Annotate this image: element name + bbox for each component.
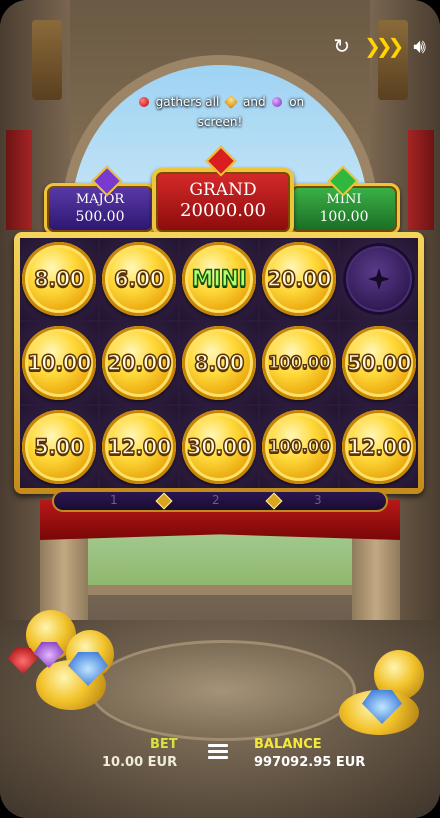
coin-value: 20.00	[106, 350, 172, 376]
lantern-right	[378, 20, 408, 100]
purple-orb-icon	[272, 97, 283, 107]
jackpot-value: 20000.00	[180, 200, 266, 221]
lantern-left	[32, 20, 62, 100]
reel-cell: 20.00	[100, 322, 178, 404]
reel-cell	[340, 238, 418, 320]
curtain-left	[6, 130, 32, 230]
pillar-right	[352, 535, 400, 630]
floor-medallion	[90, 640, 356, 741]
info-text-part: gathers all	[155, 95, 220, 109]
coin-symbol: 12.00	[342, 410, 416, 484]
progress-marker-icon	[155, 492, 173, 510]
treasure-pile-left	[6, 600, 126, 720]
coin-symbol: 12.00	[102, 410, 176, 484]
coin-value: 5.00	[33, 434, 85, 460]
coin-value: 12.00	[106, 434, 172, 460]
gold-gem-icon	[224, 94, 239, 110]
jackpot-major: MAJOR 500.00	[44, 183, 156, 235]
coin-value: 12.00	[346, 434, 412, 460]
coin-value: 30.00	[186, 434, 252, 460]
jackpot-value: 100.00	[319, 209, 369, 225]
info-text-part: screen!	[197, 115, 243, 129]
reel-cell: 30.00	[180, 406, 258, 488]
coin-value: MINI	[191, 266, 248, 293]
curtain-right	[408, 130, 434, 230]
jackpot-value: 500.00	[75, 209, 125, 225]
coin-symbol: 8.00	[182, 326, 256, 400]
reel-cell: 10.00	[20, 322, 98, 404]
info-text-part: and	[242, 95, 266, 109]
coin-value: 8.00	[193, 350, 245, 376]
menu-icon[interactable]	[208, 741, 228, 761]
coin-value: 100.00	[267, 436, 332, 458]
coin-value: 20.00	[266, 266, 332, 292]
progress-marker-icon	[265, 492, 283, 510]
reel-cell: 50.00	[340, 322, 418, 404]
coin-value: 6.00	[113, 266, 165, 292]
coin-symbol: 20.00	[262, 242, 336, 316]
treasure-pile-right	[334, 650, 434, 740]
respin-progress-bar: 1 2 3	[52, 490, 388, 512]
coin-symbol: 6.00	[102, 242, 176, 316]
jackpot-label: MAJOR	[75, 192, 125, 207]
coin-value: 8.00	[33, 266, 85, 292]
balance-value: 997092.95 EUR	[254, 755, 366, 770]
red-orb-icon	[138, 97, 149, 107]
top-controls: ↻ ❯❯❯ 🔊︎	[333, 34, 426, 58]
progress-step-label: 2	[212, 493, 220, 507]
bet-value[interactable]: 10.00 EUR	[102, 755, 177, 770]
star-icon	[368, 268, 390, 290]
info-text-part: on	[289, 95, 305, 109]
coin-symbol: 100.00	[262, 326, 336, 400]
reel-cell: 12.00	[340, 406, 418, 488]
mystery-orb-icon	[343, 243, 415, 315]
progress-step-label: 3	[314, 493, 322, 507]
reel-cell: 20.00	[260, 238, 338, 320]
bottom-bar: BET 10.00 EUR BALANCE 997092.95 EUR	[0, 735, 440, 780]
reel-cell: MINI	[180, 238, 258, 320]
coin-symbol: 100.00	[262, 410, 336, 484]
jackpot-grand: GRAND 20000.00	[152, 168, 294, 236]
reel-cell: 100.00	[260, 322, 338, 404]
bet-label: BET	[150, 737, 178, 752]
game-screen: ↻ ❯❯❯ 🔊︎ gathers all and on screen! MAJO…	[0, 0, 440, 818]
coin-symbol: 20.00	[102, 326, 176, 400]
reel-cell: 12.00	[100, 406, 178, 488]
reel-cell: 6.00	[100, 238, 178, 320]
coin-symbol: 30.00	[182, 410, 256, 484]
refresh-icon[interactable]: ↻	[333, 34, 350, 58]
coin-symbol: 5.00	[22, 410, 96, 484]
reel-cell: 8.00	[180, 322, 258, 404]
coin-value: 50.00	[346, 350, 412, 376]
balance-label: BALANCE	[254, 737, 322, 752]
coin-symbol: 50.00	[342, 326, 416, 400]
reel-cell: 5.00	[20, 406, 98, 488]
feature-info-text: gathers all and on screen!	[0, 92, 440, 132]
coin-symbol: 10.00	[22, 326, 96, 400]
jackpot-label: GRAND	[189, 180, 257, 200]
reel-grid: 8.00 6.00 MINI 20.00 10.00 20.00 8.00 100.00 50.…	[20, 238, 418, 488]
reel-frame: 8.00 6.00 MINI 20.00 10.00 20.00 8.00 100.00 50.…	[14, 232, 424, 494]
coin-symbol: 8.00	[22, 242, 96, 316]
reel-cell: 100.00	[260, 406, 338, 488]
coin-value: 10.00	[26, 350, 92, 376]
mini-jackpot-coin: MINI	[182, 242, 256, 316]
sound-icon[interactable]: 🔊︎	[413, 34, 426, 58]
progress-step-label: 1	[110, 493, 118, 507]
reel-cell: 8.00	[20, 238, 98, 320]
coin-value: 100.00	[267, 352, 332, 374]
turbo-chevrons-icon[interactable]: ❯❯❯	[364, 34, 404, 58]
